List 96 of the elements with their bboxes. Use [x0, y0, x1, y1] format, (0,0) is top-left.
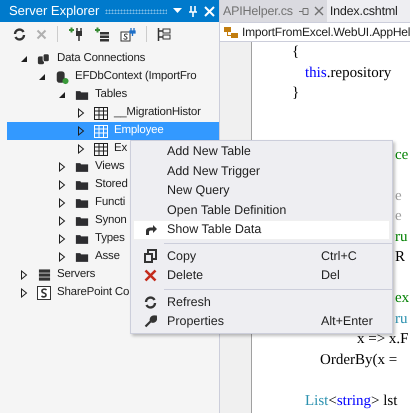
- code-line: OrderBy(x =: [320, 350, 398, 370]
- expand-arrow-icon[interactable]: [20, 270, 28, 280]
- table-icon: [94, 106, 108, 120]
- menu-item-label: New Query: [167, 182, 231, 200]
- tree-item[interactable]: EFDbContext (ImportFro: [7, 68, 219, 86]
- menu-item[interactable]: Copy Ctrl+C: [133, 246, 390, 266]
- menu-item-label: Delete: [167, 267, 204, 284]
- add-connection-icon[interactable]: [68, 26, 84, 42]
- menu-item[interactable]: New Query: [133, 181, 390, 200]
- navigation-bar[interactable]: ImportFromExcel.WebUI.AppHel: [220, 22, 410, 42]
- folder-icon: [75, 215, 89, 227]
- code-line: R: [395, 248, 406, 267]
- tree-item-label: Employee: [114, 123, 164, 138]
- table-icon: [94, 142, 108, 156]
- tree-item-label: Views: [95, 159, 124, 174]
- expand-arrow-icon[interactable]: [58, 234, 66, 244]
- menu-item-label: Refresh: [167, 294, 212, 311]
- pin-icon[interactable]: [298, 6, 309, 16]
- menu-item[interactable]: Open Table Definition: [133, 200, 390, 220]
- collapse-arrow-icon[interactable]: [38, 73, 46, 81]
- expand-arrow-icon[interactable]: [58, 198, 66, 208]
- sharepoint-icon: [37, 286, 51, 300]
- tab-label: APIHelper.cs: [223, 2, 293, 20]
- code-line: ce: [395, 146, 408, 164]
- code-line: e: [395, 186, 402, 206]
- expand-arrow-icon[interactable]: [77, 108, 85, 118]
- folder-icon: [75, 197, 89, 209]
- menu-item[interactable]: Refresh: [133, 292, 390, 312]
- tree-item-label: Functi: [95, 195, 126, 210]
- menu-item-label: Properties: [167, 313, 225, 330]
- menu-item[interactable]: Add New Table: [133, 142, 390, 162]
- menu-item-label: Add New Trigger: [167, 162, 262, 180]
- sharepoint-connect-icon[interactable]: [120, 26, 136, 42]
- expand-arrow-icon[interactable]: [58, 252, 66, 262]
- tree-item-label: Synon: [95, 213, 127, 228]
- menu-item-label: Show Table Data: [167, 221, 262, 238]
- refresh-icon[interactable]: [13, 28, 26, 40]
- expand-arrow-icon[interactable]: [58, 162, 66, 172]
- code-line: this.repository: [305, 64, 392, 82]
- hierarchy-icon[interactable]: [157, 26, 171, 42]
- folder-icon: [75, 161, 89, 173]
- folder-icon: [75, 89, 89, 101]
- table-icon: [94, 124, 108, 138]
- folder-icon: [75, 179, 89, 191]
- menu-item[interactable]: Add New Trigger: [133, 162, 390, 181]
- menu-item-label: Open Table Definition: [167, 202, 288, 219]
- menu-item[interactable]: Delete Del: [133, 266, 390, 286]
- expand-arrow-icon[interactable]: [58, 216, 66, 226]
- folder-icon: [75, 251, 89, 263]
- tree-item[interactable]: Data Connections: [7, 50, 219, 68]
- menu-item[interactable]: Show Table Data: [133, 220, 390, 240]
- expand-arrow-icon[interactable]: [58, 180, 66, 190]
- copy-icon: [144, 249, 157, 264]
- tree-item-label: SharePoint Co: [57, 285, 130, 300]
- menu-item[interactable]: Properties Alt+Enter: [133, 312, 390, 332]
- menu-shortcut: Alt+Enter: [321, 313, 374, 330]
- collapse-arrow-icon[interactable]: [20, 55, 28, 63]
- code-line: List<string> lst: [305, 392, 398, 410]
- code-line: ru: [395, 310, 408, 328]
- close-icon[interactable]: [314, 6, 324, 16]
- menu-shortcut: Ctrl+C: [321, 248, 358, 265]
- code-line: {: [292, 43, 300, 62]
- code-line: ex: [395, 289, 410, 308]
- panel-title: Server Explorer: [9, 2, 100, 20]
- tree-item-label: Asse: [95, 249, 120, 264]
- add-server-icon[interactable]: [94, 26, 110, 42]
- menu-shortcut: Del: [321, 267, 341, 284]
- tree-item-label: Stored: [95, 177, 128, 192]
- editor-tab[interactable]: APIHelper.cs: [220, 0, 327, 22]
- nav-path: ImportFromExcel.WebUI.AppHel: [242, 24, 410, 41]
- code-line: e: [395, 207, 402, 226]
- expand-arrow-icon[interactable]: [20, 288, 28, 298]
- tree-item-label: Tables: [95, 87, 128, 102]
- tree-item[interactable]: __MigrationHistor: [7, 104, 219, 122]
- refresh-icon: [144, 296, 157, 309]
- tree-item-label: EFDbContext (ImportFro: [75, 69, 196, 84]
- server-icon: [38, 268, 50, 282]
- expand-arrow-icon[interactable]: [77, 144, 85, 154]
- code-line: ru: [395, 228, 408, 246]
- folder-icon: [75, 233, 89, 245]
- tree-item-label: Ex: [114, 141, 128, 156]
- expand-arrow-icon[interactable]: [77, 126, 85, 136]
- class-icon: [223, 26, 239, 38]
- menu-item-label: Add New Table: [167, 143, 252, 160]
- tree-item-label: __MigrationHistor: [114, 105, 201, 120]
- dropdown-icon[interactable]: [173, 8, 182, 14]
- delete-icon: [144, 269, 157, 282]
- tree-item-label: Types: [95, 231, 125, 246]
- redo-arrow-icon: [144, 224, 158, 236]
- menu-item-label: Copy: [167, 248, 198, 265]
- tree-item[interactable]: Tables: [7, 86, 219, 104]
- code-line: }: [292, 84, 300, 103]
- collapse-arrow-icon[interactable]: [58, 91, 66, 99]
- tree-item-label: Data Connections: [57, 51, 146, 66]
- code-line: x => x.F: [357, 330, 409, 349]
- tree-item-label: Servers: [57, 267, 96, 282]
